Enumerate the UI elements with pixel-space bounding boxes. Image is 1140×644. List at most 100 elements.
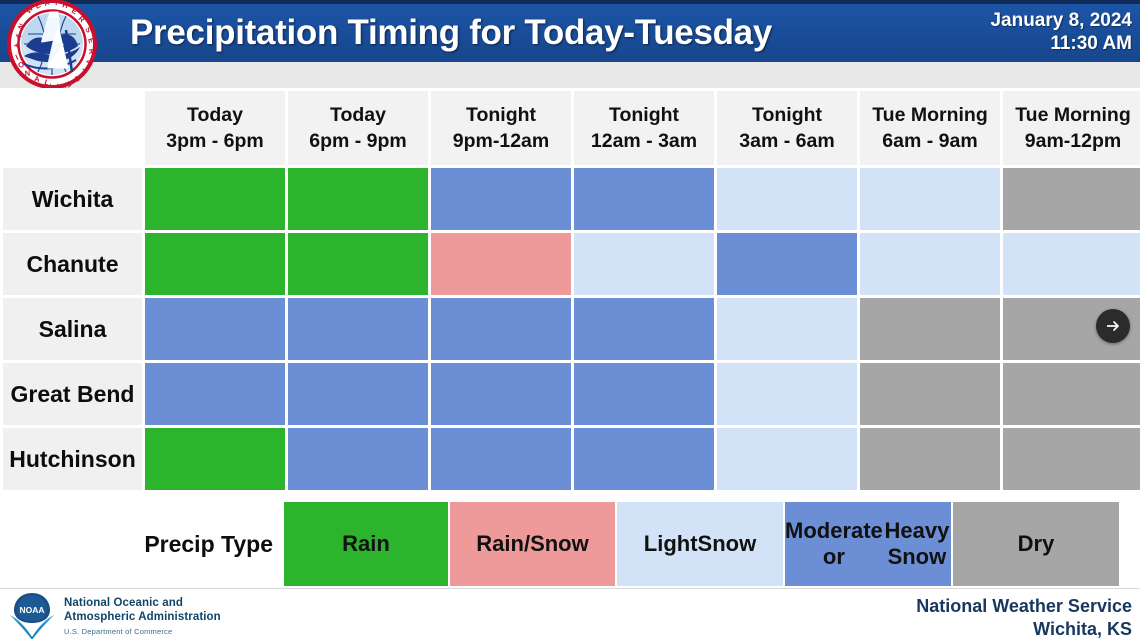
next-slide-button[interactable] bbox=[1096, 309, 1130, 343]
column-hours-4: 3am - 6am bbox=[739, 130, 835, 152]
cell-1-4 bbox=[717, 233, 857, 295]
cell-1-1 bbox=[288, 233, 428, 295]
nws-office-location: Wichita, KS bbox=[1033, 619, 1132, 639]
cell-4-5 bbox=[860, 428, 1000, 490]
cell-4-4 bbox=[717, 428, 857, 490]
cell-4-2 bbox=[431, 428, 571, 490]
svg-text:NOAA: NOAA bbox=[19, 605, 44, 615]
legend-item-rain: Rain bbox=[284, 502, 448, 586]
cell-1-3 bbox=[574, 233, 714, 295]
cell-0-4 bbox=[717, 168, 857, 230]
noaa-line-2: Atmospheric Administration bbox=[64, 611, 221, 623]
footer: NOAA National Oceanic and Atmospheric Ad… bbox=[0, 588, 1140, 641]
legend-item-dry: Dry bbox=[953, 502, 1119, 586]
column-period-4: Tonight bbox=[751, 104, 823, 126]
nws-office-agency: National Weather Service bbox=[916, 596, 1132, 616]
column-header-6: Tue Morning 9am-12pm bbox=[1003, 91, 1140, 165]
column-period-5: Tue Morning bbox=[872, 104, 988, 126]
cell-0-3 bbox=[574, 168, 714, 230]
arrow-right-icon bbox=[1107, 321, 1119, 331]
column-period-0: Today bbox=[187, 104, 243, 126]
header-date: January 8, 2024 bbox=[990, 10, 1132, 31]
header-bar: Precipitation Timing for Today-Tuesday J… bbox=[0, 0, 1140, 62]
table-row: Hutchinson bbox=[3, 428, 1140, 490]
cell-4-0 bbox=[145, 428, 285, 490]
column-hours-1: 6pm - 9pm bbox=[309, 130, 407, 152]
nws-office-block: National Weather Service Wichita, KS bbox=[916, 595, 1132, 641]
cell-2-1 bbox=[288, 298, 428, 360]
column-hours-0: 3pm - 6pm bbox=[166, 130, 264, 152]
row-label-great-bend: Great Bend bbox=[3, 363, 142, 425]
row-label-hutchinson: Hutchinson bbox=[3, 428, 142, 490]
noaa-branding: NOAA National Oceanic and Atmospheric Ad… bbox=[8, 591, 221, 640]
table-corner-cell bbox=[3, 91, 142, 165]
cell-3-4 bbox=[717, 363, 857, 425]
table-row: Great Bend bbox=[3, 363, 1140, 425]
precipitation-timing-graphic: Precipitation Timing for Today-Tuesday J… bbox=[0, 0, 1140, 641]
cell-0-5 bbox=[860, 168, 1000, 230]
table-row: Salina bbox=[3, 298, 1140, 360]
header-timestamp: January 8, 2024 11:30 AM bbox=[882, 4, 1132, 60]
cell-1-0 bbox=[145, 233, 285, 295]
cell-3-1 bbox=[288, 363, 428, 425]
cell-1-6 bbox=[1003, 233, 1140, 295]
cell-3-0 bbox=[145, 363, 285, 425]
legend-item-rain-snow: Rain/Snow bbox=[450, 502, 615, 586]
cell-2-0 bbox=[145, 298, 285, 360]
column-header-2: Tonight 9pm-12am bbox=[431, 91, 571, 165]
svg-text:T: T bbox=[54, 0, 59, 7]
column-header-5: Tue Morning 6am - 9am bbox=[860, 91, 1000, 165]
column-period-3: Tonight bbox=[608, 104, 680, 126]
cell-0-6 bbox=[1003, 168, 1140, 230]
cell-4-6 bbox=[1003, 428, 1140, 490]
row-label-salina: Salina bbox=[3, 298, 142, 360]
row-label-wichita: Wichita bbox=[3, 168, 142, 230]
column-header-3: Tonight 12am - 3am bbox=[574, 91, 714, 165]
cell-1-2 bbox=[431, 233, 571, 295]
cell-1-5 bbox=[860, 233, 1000, 295]
column-hours-6: 9am-12pm bbox=[1024, 130, 1122, 152]
noaa-line-3: U.S. Department of Commerce bbox=[64, 627, 173, 636]
column-header-0: Today 3pm - 6pm bbox=[145, 91, 285, 165]
cell-2-3 bbox=[574, 298, 714, 360]
cell-3-3 bbox=[574, 363, 714, 425]
timing-grid-body: Wichita Chanute Salina Great Bend Hutchi… bbox=[3, 168, 1140, 490]
row-label-chanute: Chanute bbox=[3, 233, 142, 295]
cell-2-5 bbox=[860, 298, 1000, 360]
svg-text:N: N bbox=[25, 69, 31, 78]
nws-logo-icon: N A T I O N A L W E A T H E R S E R V I bbox=[4, 0, 100, 92]
column-hours-5: 6am - 9am bbox=[882, 130, 978, 152]
cell-3-2 bbox=[431, 363, 571, 425]
column-hours-2: 9pm-12am bbox=[452, 130, 550, 152]
noaa-logo-icon: NOAA bbox=[8, 591, 56, 640]
column-header-4: Tonight 3am - 6am bbox=[717, 91, 857, 165]
column-period-2: Tonight bbox=[465, 104, 537, 126]
column-hours-3: 12am - 3am bbox=[590, 130, 698, 152]
table-row: Chanute bbox=[3, 233, 1140, 295]
noaa-line-1: National Oceanic and bbox=[64, 597, 183, 609]
table-header-row: Today 3pm - 6pm Today 6pm - 9pm Tonight … bbox=[3, 91, 1140, 165]
header-gray-strip bbox=[0, 62, 1140, 88]
cell-0-0 bbox=[145, 168, 285, 230]
cell-4-3 bbox=[574, 428, 714, 490]
legend-title: Precip Type bbox=[144, 530, 273, 557]
cell-2-4 bbox=[717, 298, 857, 360]
cell-0-1 bbox=[288, 168, 428, 230]
cell-2-2 bbox=[431, 298, 571, 360]
column-header-1: Today 6pm - 9pm bbox=[288, 91, 428, 165]
cell-4-1 bbox=[288, 428, 428, 490]
precip-timing-table: Today 3pm - 6pm Today 6pm - 9pm Tonight … bbox=[0, 88, 1140, 498]
column-period-1: Today bbox=[330, 104, 386, 126]
legend-item-heavy-snow: Moderate or Heavy Snow bbox=[785, 502, 951, 586]
header-time: 11:30 AM bbox=[1050, 33, 1132, 54]
table-row: Wichita bbox=[3, 168, 1140, 230]
precip-type-legend: Precip Type Rain Rain/Snow Light Snow Mod… bbox=[0, 500, 1140, 588]
column-period-6: Tue Morning bbox=[1015, 104, 1131, 126]
timing-grid: Today 3pm - 6pm Today 6pm - 9pm Tonight … bbox=[0, 88, 1140, 493]
cell-3-6 bbox=[1003, 363, 1140, 425]
noaa-text-block: National Oceanic and Atmospheric Adminis… bbox=[64, 591, 221, 638]
legend-item-light-snow: Light Snow bbox=[617, 502, 783, 586]
cell-3-5 bbox=[860, 363, 1000, 425]
page-title: Precipitation Timing for Today-Tuesday bbox=[130, 13, 773, 52]
cell-0-2 bbox=[431, 168, 571, 230]
